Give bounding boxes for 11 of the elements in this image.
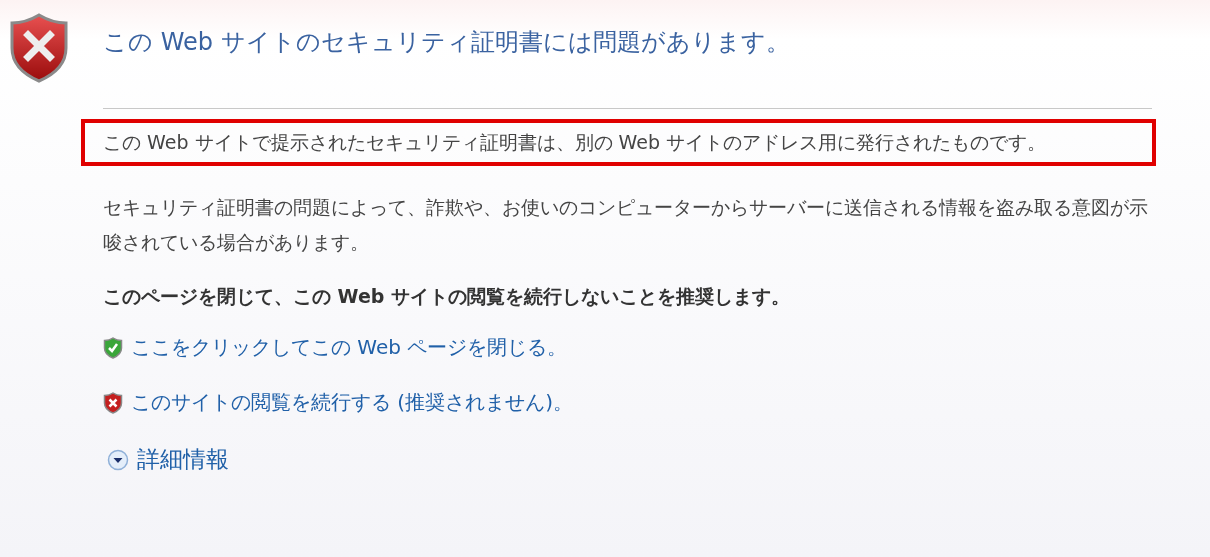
expand-icon[interactable] [107,448,129,471]
shield-error-icon [9,12,69,84]
link[interactable]: このサイトの閲覧を続行する (推奨されません)。 [131,389,573,416]
paragraph: この Web サイトで提示されたセキュリティ証明書は、別の Web サイトのアドレス用に発行されたものです。 [103,131,1046,153]
page-title: この Web サイトのセキュリティ証明書には問題があります。 [103,27,791,58]
link[interactable]: ここをクリックしてこの Web ページを閉じる。 [131,334,568,361]
recommendation-text: このページを閉じて、この Web サイトの閲覧を続行しないことを推奨します。 [103,284,791,309]
shield-error-icon [103,391,123,414]
paragraph: セキュリティ証明書の問題によって、詐欺や、お使いのコンピューターからサーバーに送信される情報を盗み取る意図が示唆されている場合があります。 [103,196,1148,253]
more-info-link[interactable]: 詳細情報 [137,444,229,475]
shield-check-icon [103,336,123,359]
